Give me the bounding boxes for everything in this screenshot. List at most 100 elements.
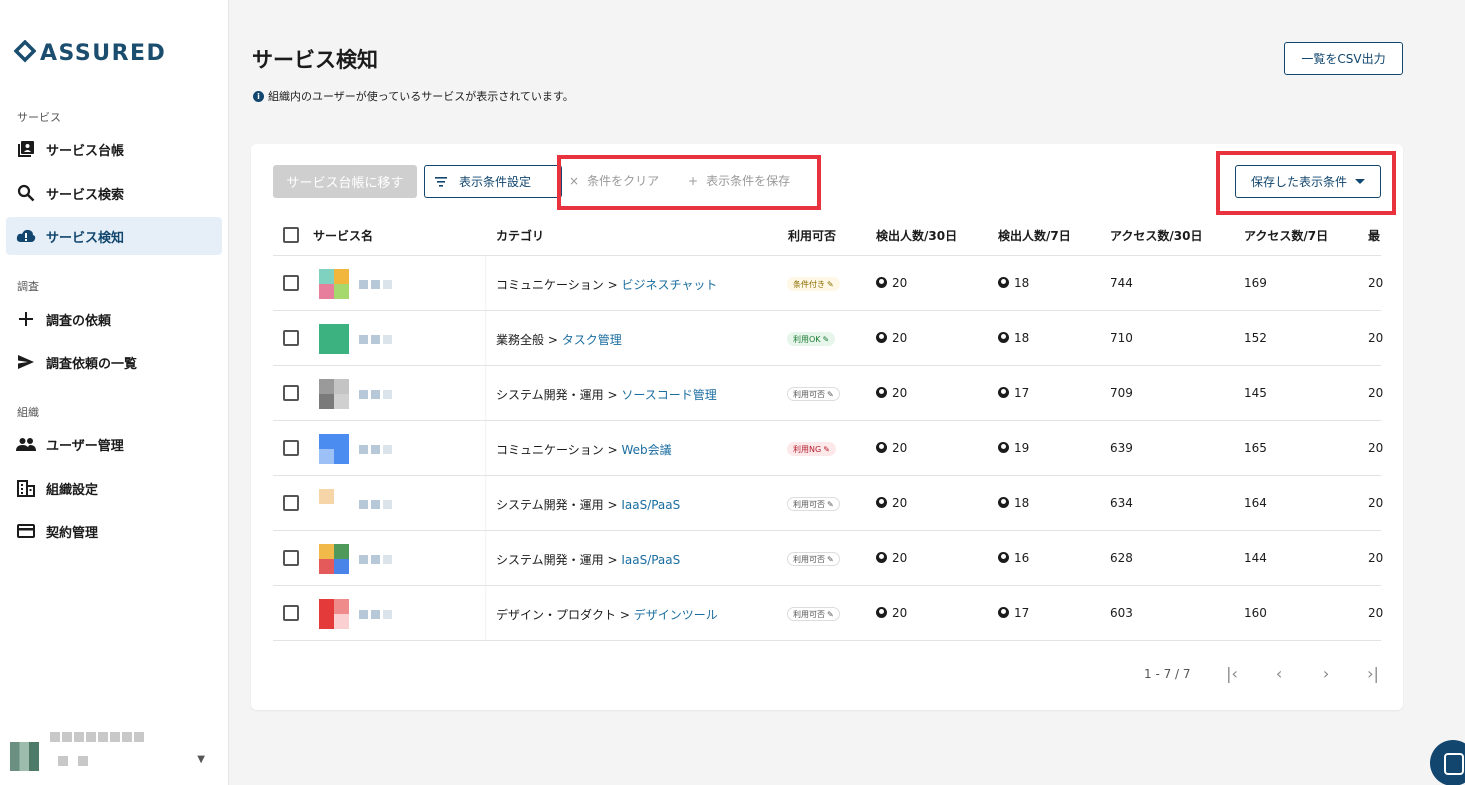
row-checkbox[interactable] [283,330,299,346]
sidebar-item-org-settings[interactable]: 組織設定 [6,469,222,507]
saved-conditions-label: 保存した表示条件 [1250,175,1347,189]
col-access-30d[interactable]: アクセス数/30日 [1110,227,1202,244]
status-badge-label: 条件付き [793,279,825,289]
col-last[interactable]: 最 [1368,227,1380,244]
status-badge[interactable]: 利用可否 ✎ [787,387,840,401]
detected-30d-value: 20 [892,441,908,455]
user-menu[interactable]: ▼ [10,730,220,780]
saved-conditions-dropdown[interactable]: 保存した表示条件 [1235,165,1381,198]
pagination-range: 1 - 7 / 7 [1144,666,1191,681]
category-link[interactable]: IaaS/PaaS [621,498,680,512]
status-badge[interactable]: 利用可否 ✎ [787,552,840,566]
status-badge[interactable]: 利用可否 ✎ [787,497,840,511]
detected-7d-value: 17 [1014,386,1030,400]
status-badge[interactable]: 利用OK ✎ [787,332,836,346]
section-label-organization: 組織 [17,406,39,419]
detected-30d-cell: 20 [876,551,907,565]
pagination: 1 - 7 / 7 |‹ ‹ › ›| [1144,664,1397,683]
sidebar-item-survey-list[interactable]: 調査依頼の一覧 [6,343,222,381]
col-access-7d[interactable]: アクセス数/7日 [1244,227,1328,244]
col-detected-30d[interactable]: 検出人数/30日 [876,227,957,244]
sidebar-item-contract[interactable]: 契約管理 [6,512,222,550]
access-7d-value: 169 [1244,276,1267,290]
sidebar-item-label: サービス検知 [46,230,125,246]
row-checkbox[interactable] [283,440,299,456]
last-page-icon[interactable]: ›| [1350,664,1397,683]
table-row[interactable]: コミュニケーション > ビジネスチャット 条件付き ✎ 20 18 744 169… [273,256,1383,311]
person-icon [998,332,1009,343]
col-availability[interactable]: 利用可否 [788,227,836,244]
detected-30d-cell: 20 [876,441,907,455]
chat-support-button[interactable] [1430,740,1465,785]
detected-30d-value: 20 [892,331,908,345]
table-row[interactable]: 業務全般 > タスク管理 利用OK ✎ 20 18 710 152 20 [273,311,1383,366]
clear-conditions-label: 条件をクリア [587,174,660,188]
status-badge[interactable]: 条件付き ✎ [787,277,840,291]
user-name-redacted [50,732,190,782]
prev-page-icon[interactable]: ‹ [1256,664,1303,683]
status-badge-label: 利用可否 [793,389,825,399]
table-row[interactable]: システム開発・運用 > IaaS/PaaS 利用可否 ✎ 20 18 634 16… [273,476,1383,531]
detected-7d-value: 17 [1014,606,1030,620]
table-row[interactable]: システム開発・運用 > IaaS/PaaS 利用可否 ✎ 20 16 628 14… [273,531,1384,586]
table-header: サービス名 カテゴリ 利用可否 検出人数/30日 検出人数/7日 アクセス数/3… [273,213,1381,256]
edit-pencil-icon: ✎ [827,389,834,399]
row-checkbox[interactable] [283,550,299,566]
credit-card-icon [16,521,36,541]
col-detected-7d[interactable]: 検出人数/7日 [998,227,1071,244]
person-icon [876,552,887,563]
detected-30d-cell: 20 [876,606,907,620]
sidebar: ASSURED サービス サービス台帳 サービス検索 サービス検知 調査 調査の… [0,0,229,785]
status-badge[interactable]: 利用NG ✎ [787,442,836,456]
detected-30d-cell: 20 [876,331,907,345]
brand-logo[interactable]: ASSURED [14,40,166,66]
sidebar-item-label: サービス台帳 [46,143,125,159]
person-icon [998,497,1009,508]
category-link[interactable]: ビジネスチャット [621,278,717,292]
clear-conditions-button[interactable]: × 条件をクリア [569,172,659,189]
sidebar-item-survey-request[interactable]: 調査の依頼 [6,300,222,338]
next-page-icon[interactable]: › [1303,664,1350,683]
category-link[interactable]: デザインツール [634,608,718,622]
service-logo-icon [319,544,349,574]
filter-settings-button[interactable]: 表示条件設定 [424,165,562,198]
category-link[interactable]: Web会議 [621,443,671,457]
export-csv-button[interactable]: 一覧をCSV出力 [1284,42,1403,75]
detected-7d-cell: 19 [998,441,1029,455]
move-to-ledger-button[interactable]: サービス台帳に移す [273,165,417,198]
status-badge-label: 利用OK [793,334,821,344]
sidebar-item-user-management[interactable]: ユーザー管理 [6,425,222,463]
row-checkbox[interactable] [283,385,299,401]
sidebar-item-service-ledger[interactable]: サービス台帳 [6,130,222,168]
table-row[interactable]: コミュニケーション > Web会議 利用NG ✎ 20 19 639 165 20 [273,421,1384,476]
category-link[interactable]: IaaS/PaaS [621,553,680,567]
sticky-column-shadow [485,366,487,420]
category-link[interactable]: ソースコード管理 [621,388,716,402]
table-row[interactable]: デザイン・プロダクト > デザインツール 利用可否 ✎ 20 17 603 160… [273,586,1383,641]
service-logo-icon [319,379,349,409]
first-page-icon[interactable]: |‹ [1209,664,1256,683]
sidebar-item-service-detection[interactable]: サービス検知 [6,217,222,255]
brand-name: ASSURED [40,40,167,66]
page-description: i 組織内のユーザーが使っているサービスが表示されています。 [253,88,574,104]
edit-pencil-icon: ✎ [827,279,834,289]
col-category[interactable]: カテゴリ [496,227,544,244]
row-checkbox[interactable] [283,605,299,621]
last-value: 20 [1368,551,1384,565]
status-badge[interactable]: 利用可否 ✎ [787,607,840,621]
person-icon [998,607,1009,618]
person-icon [876,277,887,288]
sticky-column-shadow [485,311,487,365]
table-row[interactable]: システム開発・運用 > ソースコード管理 利用可否 ✎ 20 17 709 145… [273,366,1383,421]
edit-pencil-icon: ✎ [823,444,830,454]
sidebar-item-label: ユーザー管理 [46,438,124,454]
col-service-name[interactable]: サービス名 [313,227,373,244]
row-checkbox[interactable] [283,495,299,511]
last-value: 20 [1368,441,1384,455]
category-link[interactable]: タスク管理 [562,333,622,347]
status-badge-label: 利用可否 [793,554,825,564]
sidebar-item-service-search[interactable]: サービス検索 [6,174,222,212]
row-checkbox[interactable] [283,275,299,291]
select-all-checkbox[interactable] [283,227,299,243]
save-conditions-button[interactable]: + 表示条件を保存 [688,172,790,189]
